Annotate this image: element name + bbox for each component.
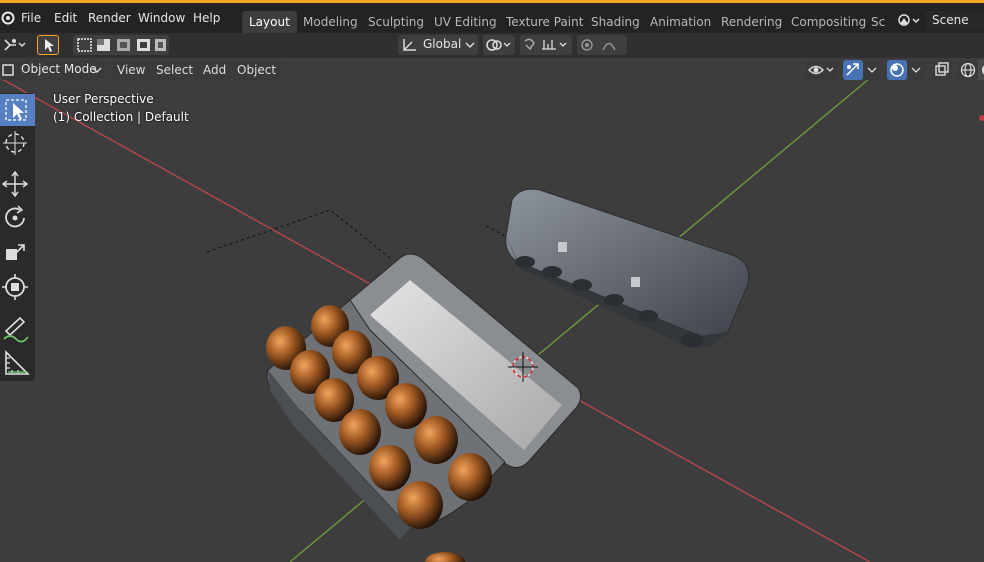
menu-add[interactable]: Add <box>198 60 232 80</box>
scene-selector-icon[interactable] <box>897 12 923 30</box>
wireframe-shading-icon[interactable] <box>958 60 978 80</box>
menu-help[interactable]: Help <box>193 3 220 33</box>
tab-modeling[interactable]: Modeling <box>296 11 365 33</box>
pivot-point-dropdown[interactable] <box>483 35 515 55</box>
proportional-editing-toggle[interactable] <box>577 35 627 55</box>
menu-object[interactable]: Object <box>232 60 282 80</box>
snap-toggle[interactable] <box>520 35 572 55</box>
camera-outline <box>206 209 391 259</box>
tab-scripting-truncated[interactable]: Sc <box>866 11 888 33</box>
annotate-icon[interactable] <box>0 313 35 345</box>
select-box-tool-icon[interactable] <box>37 35 59 55</box>
scale-icon[interactable] <box>0 237 35 269</box>
viewport-3d[interactable] <box>0 0 984 562</box>
selection-mode-buttons <box>73 35 169 55</box>
object-mode-dropdown[interactable]: Object Mode <box>0 60 105 80</box>
menu-render[interactable]: Render <box>88 3 131 33</box>
top-menu-bar: File Edit Render Window Help Layout Mode… <box>0 3 984 33</box>
menu-file[interactable]: File <box>21 3 41 33</box>
tab-rendering[interactable]: Rendering <box>714 11 789 33</box>
orientation-label: Global <box>423 37 462 51</box>
gizmo-toggle[interactable] <box>843 60 863 80</box>
visibility-dropdown[interactable] <box>806 60 838 80</box>
measure-icon[interactable] <box>0 348 35 380</box>
tab-shading[interactable]: Shading <box>584 11 647 33</box>
select-box-icon[interactable] <box>0 94 35 126</box>
tab-animation[interactable]: Animation <box>643 11 718 33</box>
orientation-gizmo-icon[interactable] <box>2 36 26 54</box>
scene-name-field[interactable]: Scene <box>925 11 984 31</box>
tab-layout[interactable]: Layout <box>242 11 297 33</box>
transform-icon[interactable] <box>0 271 35 303</box>
transform-orientation-dropdown[interactable]: Global <box>398 35 478 55</box>
object-mode-label: Object Mode <box>21 62 97 76</box>
tool-settings-header: Global <box>0 33 984 58</box>
xray-toggle-icon[interactable] <box>932 60 952 80</box>
tool-shelf <box>0 93 35 381</box>
menu-view[interactable]: View <box>112 60 151 80</box>
overlays-toggle[interactable] <box>887 60 907 80</box>
menu-window[interactable]: Window <box>138 3 185 33</box>
tab-uv-editing[interactable]: UV Editing <box>427 11 504 33</box>
menu-select[interactable]: Select <box>151 60 199 80</box>
viewport-perspective-label: User Perspective <box>53 92 154 106</box>
move-icon[interactable] <box>0 168 35 200</box>
scene-name: Scene <box>932 13 969 27</box>
rotate-icon[interactable] <box>0 202 35 234</box>
viewport-header: Object Mode View Select Add Object <box>0 58 984 82</box>
viewport-collection-label: (1) Collection | Default <box>53 110 189 124</box>
solid-shading-icon[interactable] <box>978 60 984 80</box>
gizmo-dropdown-icon[interactable] <box>864 60 880 80</box>
tab-sculpting[interactable]: Sculpting <box>361 11 431 33</box>
closed-egg-carton[interactable] <box>505 188 750 348</box>
overlays-dropdown-icon[interactable] <box>908 60 924 80</box>
tab-compositing[interactable]: Compositing <box>784 11 873 33</box>
menu-edit[interactable]: Edit <box>54 3 77 33</box>
tab-texture-paint[interactable]: Texture Paint <box>499 11 590 33</box>
cursor-icon[interactable] <box>0 127 35 159</box>
blender-logo-icon[interactable] <box>0 3 16 33</box>
